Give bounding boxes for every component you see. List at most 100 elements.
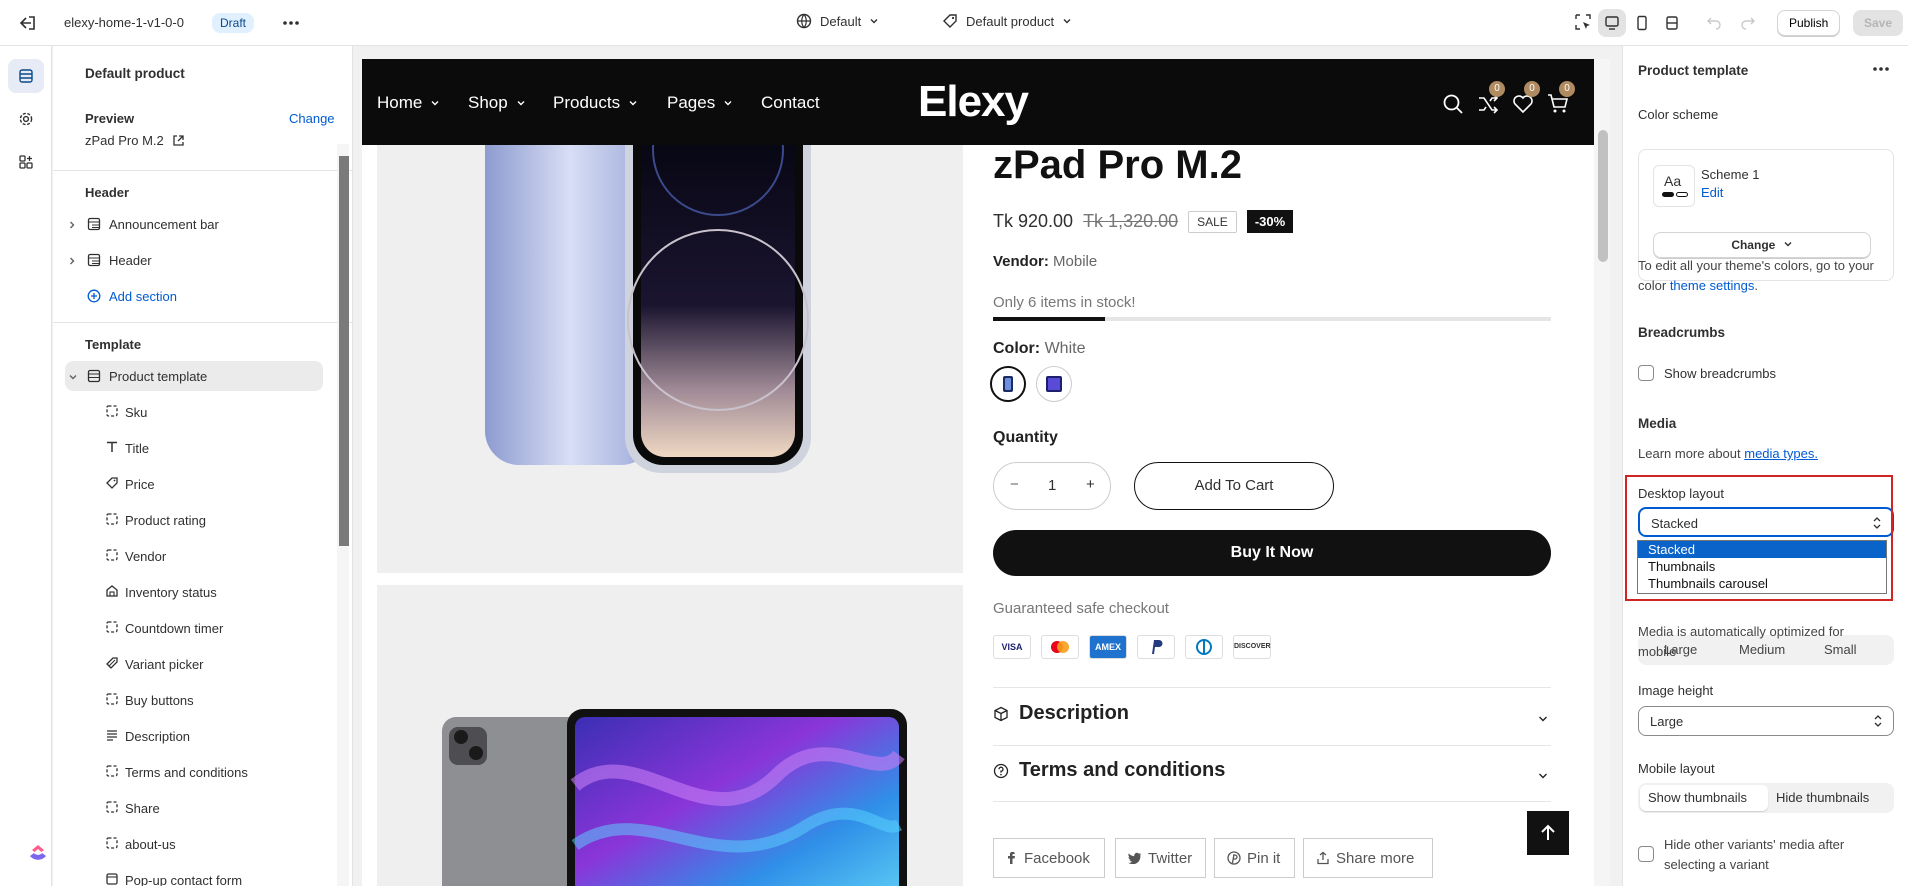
- sections-icon[interactable]: [8, 59, 44, 93]
- show-breadcrumbs-checkbox[interactable]: [1638, 365, 1654, 381]
- store-preview: Home Shop Products Pages Contact Elexy 0…: [362, 59, 1594, 886]
- theme-selector[interactable]: Default: [796, 13, 879, 29]
- divider: [993, 687, 1551, 688]
- undo-icon[interactable]: [1706, 14, 1722, 33]
- more-icon[interactable]: [1871, 59, 1891, 84]
- preview-scrollbar-thumb[interactable]: [1598, 130, 1608, 262]
- nav-pages[interactable]: Pages: [667, 93, 733, 113]
- chevron-right-icon[interactable]: [67, 218, 77, 233]
- chevron-right-icon[interactable]: [67, 254, 77, 269]
- color-swatch-white[interactable]: [990, 366, 1026, 402]
- amex-icon: AMEX: [1089, 635, 1127, 659]
- section-announcement-bar[interactable]: Announcement bar: [53, 209, 343, 239]
- box-icon: [993, 705, 1009, 728]
- arrow-up-icon: [1541, 824, 1555, 840]
- hide-thumbnails-option[interactable]: Hide thumbnails: [1776, 790, 1869, 805]
- section-product-template[interactable]: Product template: [65, 361, 323, 391]
- product-image-main[interactable]: [377, 145, 963, 573]
- minus-icon[interactable]: −: [1010, 476, 1019, 493]
- apps-icon[interactable]: [8, 145, 44, 179]
- block-item[interactable]: Title: [53, 433, 343, 463]
- dropdown-option-thumbnails[interactable]: Thumbnails: [1638, 558, 1886, 575]
- scheme-edit-link[interactable]: Edit: [1701, 185, 1723, 200]
- plus-icon[interactable]: +: [1086, 476, 1095, 493]
- accordion-description[interactable]: Description: [993, 696, 1551, 736]
- more-icon[interactable]: [281, 13, 301, 36]
- exit-icon[interactable]: [18, 13, 38, 33]
- inspector-icon[interactable]: [1574, 13, 1592, 34]
- media-types-link[interactable]: media types.: [1744, 446, 1818, 461]
- desktop-view-icon[interactable]: [1598, 9, 1626, 37]
- block-item[interactable]: about-us: [53, 829, 343, 859]
- share-pinterest-button[interactable]: Pin it: [1214, 838, 1295, 878]
- theme-settings-link[interactable]: theme settings: [1670, 278, 1755, 293]
- block-item[interactable]: Variant picker: [53, 649, 343, 679]
- chevron-down-icon: [1784, 242, 1792, 247]
- back-to-top-button[interactable]: [1527, 811, 1569, 855]
- accordion-terms[interactable]: Terms and conditions: [993, 753, 1551, 793]
- settings-panel: Product template Color scheme Aa Scheme …: [1622, 46, 1908, 886]
- share-more-button[interactable]: Share more: [1303, 838, 1433, 878]
- dropdown-option-thumbnails-carousel[interactable]: Thumbnails carousel: [1638, 575, 1886, 592]
- hide-variants-checkbox[interactable]: [1638, 846, 1654, 862]
- preview-product[interactable]: zPad Pro M.2: [85, 133, 185, 148]
- block-label: about-us: [125, 837, 176, 852]
- block-dashed-icon: [105, 836, 119, 853]
- show-thumbnails-option[interactable]: Show thumbnails: [1648, 790, 1747, 805]
- chevron-down-icon: [431, 101, 439, 106]
- add-to-cart-button[interactable]: Add To Cart: [1134, 462, 1334, 510]
- block-item[interactable]: Sku: [53, 397, 343, 427]
- save-button[interactable]: Save: [1853, 10, 1904, 36]
- heart-icon[interactable]: [1512, 93, 1534, 120]
- block-item[interactable]: Price: [53, 469, 343, 499]
- quantity-stepper: − 1 +: [993, 462, 1111, 510]
- block-item[interactable]: Product rating: [53, 505, 343, 535]
- nav-products[interactable]: Products: [553, 93, 638, 113]
- block-dashed-icon: [105, 800, 119, 817]
- block-item[interactable]: Description: [53, 721, 343, 751]
- buy-now-button[interactable]: Buy It Now: [993, 530, 1551, 576]
- dropdown-option-stacked[interactable]: Stacked: [1638, 541, 1886, 558]
- paragraph-icon: [105, 728, 119, 745]
- nav-home[interactable]: Home: [377, 93, 440, 113]
- block-dashed-icon: [105, 404, 119, 421]
- block-item[interactable]: Share: [53, 793, 343, 823]
- compare-icon[interactable]: [1477, 93, 1499, 120]
- color-swatch-blue[interactable]: [1036, 366, 1072, 402]
- clickup-logo-icon[interactable]: [26, 841, 50, 870]
- search-icon[interactable]: [1442, 93, 1464, 120]
- redo-icon[interactable]: [1740, 14, 1756, 33]
- chevron-down-icon: [517, 101, 525, 106]
- product-image-secondary[interactable]: [377, 585, 963, 886]
- block-item[interactable]: Vendor: [53, 541, 343, 571]
- chevron-down-icon: [1537, 765, 1549, 788]
- block-item[interactable]: Countdown timer: [53, 613, 343, 643]
- sections-scrollbar-thumb[interactable]: [339, 156, 349, 546]
- chevron-down-icon[interactable]: [68, 370, 78, 385]
- nav-shop[interactable]: Shop: [468, 93, 526, 113]
- mobile-layout-label: Mobile layout: [1638, 761, 1715, 776]
- block-item[interactable]: Buy buttons: [53, 685, 343, 715]
- block-item[interactable]: Pop-up contact form: [53, 865, 343, 886]
- block-item[interactable]: Inventory status: [53, 577, 343, 607]
- change-preview-link[interactable]: Change: [289, 111, 335, 126]
- optimized-text: Media is automatically optimized for mob…: [1638, 624, 1844, 659]
- section-header[interactable]: Header: [53, 245, 343, 275]
- share-twitter-button[interactable]: Twitter: [1115, 838, 1206, 878]
- theme-selector-label: Default: [820, 13, 862, 29]
- template-selector[interactable]: Default product: [942, 13, 1072, 29]
- image-height-select[interactable]: Large: [1638, 706, 1894, 736]
- share-facebook-button[interactable]: Facebook: [993, 838, 1105, 878]
- mobile-view-icon[interactable]: [1628, 9, 1656, 37]
- store-logo[interactable]: Elexy: [918, 77, 1029, 127]
- scheme-change-button[interactable]: Change: [1653, 232, 1871, 258]
- gear-icon[interactable]: [8, 102, 44, 136]
- block-item[interactable]: Terms and conditions: [53, 757, 343, 787]
- publish-button[interactable]: Publish: [1777, 10, 1841, 36]
- quantity-value[interactable]: 1: [1048, 477, 1056, 494]
- cart-icon[interactable]: [1547, 93, 1569, 120]
- fullscreen-icon[interactable]: [1658, 9, 1686, 37]
- nav-contact[interactable]: Contact: [761, 93, 820, 113]
- add-section-button[interactable]: Add section: [53, 281, 343, 311]
- share-label: Pin it: [1247, 849, 1281, 867]
